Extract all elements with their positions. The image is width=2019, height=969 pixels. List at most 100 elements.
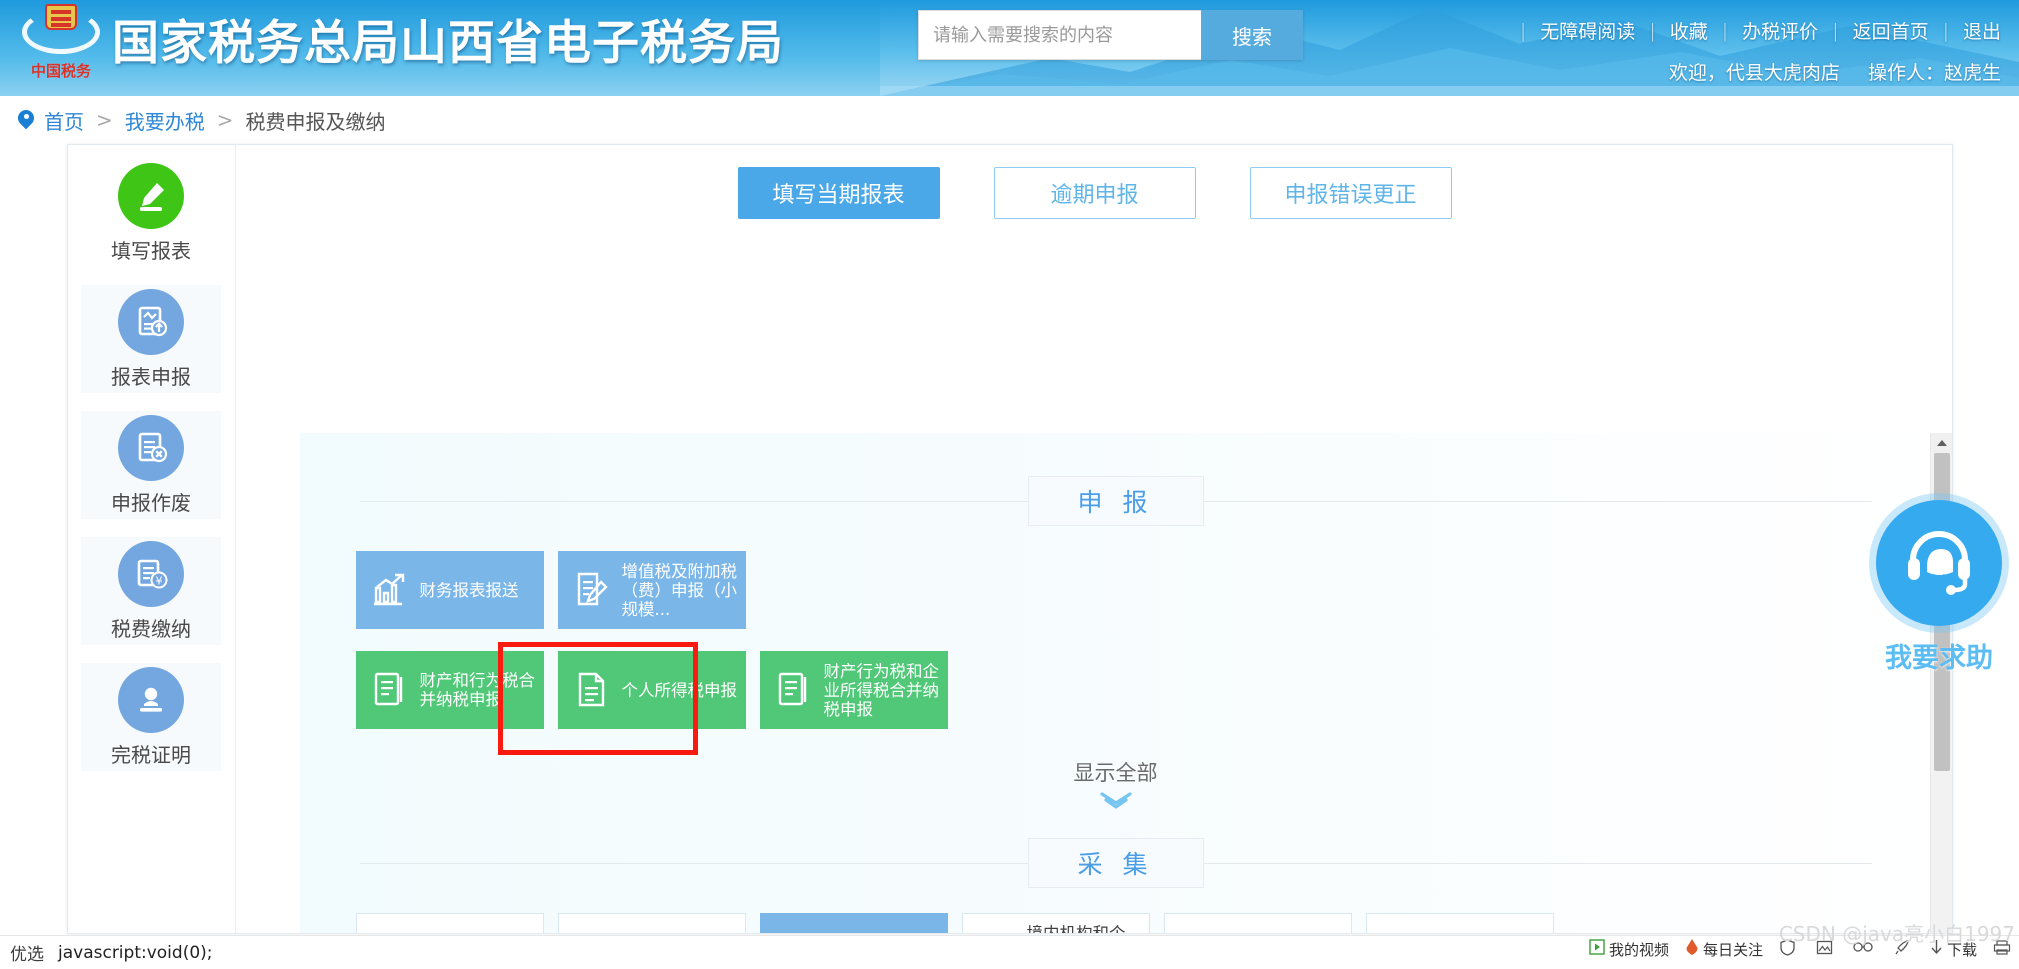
breadcrumb-item-home[interactable]: 首页 xyxy=(44,106,84,135)
help-widget[interactable]: 我要求助 xyxy=(1865,500,2013,692)
card-label: 特别纳税调整税源采集 xyxy=(1229,933,1343,934)
card-property-behavior-tax-source-collect[interactable]: 财产和行为税税源信息采集 xyxy=(356,913,544,934)
breadcrumb: 首页 > 我要办税 > 税费申报及缴纳 xyxy=(0,96,2019,144)
sidebar-item-tax-certificate[interactable]: 完税证明 xyxy=(81,663,221,771)
card-label: 增值税及附加税（费）申报（小规模... xyxy=(622,562,738,619)
header-link-separator-3: | xyxy=(1832,20,1838,42)
card-special-tax-adjustment-collect[interactable]: 特别纳税调整税源采集 xyxy=(1164,913,1352,934)
sidebar-label-tax-payment: 税费缴纳 xyxy=(111,613,191,642)
show-all-toggle[interactable]: 显示全部 xyxy=(300,757,1932,809)
toolbar-my-video[interactable]: 我的视频 xyxy=(1589,939,1669,960)
report-pay-icon: ¥ xyxy=(118,541,184,607)
section-title-declare: 申 报 xyxy=(1028,476,1204,526)
card-vat-surtax-declare-small-scale[interactable]: 增值税及附加税（费）申报（小规模... xyxy=(558,551,746,629)
stamp-person-icon xyxy=(118,667,184,733)
search-button[interactable]: 搜索 xyxy=(1201,10,1303,60)
watermark: CSDN @java亮小白1997 xyxy=(1779,918,2015,947)
sidebar-item-declare-void[interactable]: 申报作废 xyxy=(81,411,221,519)
section-header-declare: 申 报 xyxy=(300,473,1932,529)
card-label: 财产行为税和企业所得税合并纳税申报 xyxy=(824,662,940,719)
square-block-icon xyxy=(1175,928,1223,934)
play-box-icon xyxy=(1589,939,1605,959)
svg-text:¥: ¥ xyxy=(156,574,163,587)
header-link-separator-2: | xyxy=(1722,20,1728,42)
doc-lines-icon xyxy=(366,666,414,714)
location-pin-icon xyxy=(18,110,34,131)
status-bar-label: 优选 xyxy=(10,940,44,965)
toolbar-daily-follow[interactable]: 每日关注 xyxy=(1685,939,1763,960)
card-property-behavior-corporate-tax-combined[interactable]: 财产行为税和企业所得税合并纳税申报 xyxy=(760,651,948,729)
help-widget-label: 我要求助 xyxy=(1885,636,1993,675)
main-panel: 填写报表 报表申报 xyxy=(67,144,1953,934)
report-void-icon xyxy=(118,415,184,481)
header-link-separator-0: | xyxy=(1520,20,1526,42)
doc-lines-icon xyxy=(770,666,818,714)
tab-overdue-declare[interactable]: 逾期申报 xyxy=(994,167,1196,219)
header-search[interactable]: 搜索 xyxy=(918,10,1303,60)
breadcrumb-item-tax-handling[interactable]: 我要办税 xyxy=(125,106,205,135)
breadcrumb-separator-0: > xyxy=(96,108,113,132)
card-label: 境内机构和个人发包工程作... xyxy=(1027,924,1141,935)
sidebar-item-fill-report[interactable]: 填写报表 xyxy=(81,159,221,267)
scroll-up-arrow-icon[interactable] xyxy=(1931,433,1953,453)
card-label: 财务报表报送 xyxy=(420,581,519,600)
sidebar-item-report-declare[interactable]: 报表申报 xyxy=(81,285,221,393)
report-upload-icon xyxy=(118,289,184,355)
card-domestic-org-contract-work-2[interactable]: 境内机构和个人发包工程作... xyxy=(962,913,1150,934)
card-label: 境内机构和个人发包工程作业... xyxy=(824,933,940,934)
sidebar-label-fill-report: 填写报表 xyxy=(111,235,191,264)
sidebar-label-declare-void: 申报作废 xyxy=(111,487,191,516)
page-header: 中国税务 国家税务总局山西省电子税务局 搜索 | 无障碍阅读 | 收藏 | 办税… xyxy=(0,0,2019,96)
card-row-declare-2: 财产和行为税合并纳税申报 个人所得税申报 xyxy=(300,651,1932,729)
status-bar-url: javascript:void(0); xyxy=(58,943,213,963)
breadcrumb-separator-1: > xyxy=(217,108,234,132)
bar-chart-arrow-icon xyxy=(366,566,414,614)
header-link-logout[interactable]: 退出 xyxy=(1963,17,2001,44)
chevron-double-down-icon xyxy=(1099,791,1133,809)
header-link-separator-4: | xyxy=(1943,20,1949,42)
toolbar-daily-follow-label: 每日关注 xyxy=(1703,939,1763,960)
content-scroll-inner: 申 报 财务报表报送 xyxy=(300,433,1932,934)
header-link-accessibility[interactable]: 无障碍阅读 xyxy=(1540,17,1635,44)
card-label: 财产和行为税合并纳税申报 xyxy=(420,671,536,709)
pencil-edit-icon xyxy=(118,163,184,229)
user-greeting: 欢迎，代县大虎肉店 xyxy=(1669,62,1840,84)
section-title-collect: 采 集 xyxy=(1028,838,1204,888)
square-block-icon xyxy=(1377,928,1425,934)
header-link-service-rating[interactable]: 办税评价 xyxy=(1742,17,1818,44)
card-label: 增量房信息采集 xyxy=(623,933,737,934)
card-tax-statistics-survey-collect[interactable]: 税收统计调查税源采集 xyxy=(1366,913,1554,934)
header-user-info: 欢迎，代县大虎肉店 操作人：赵虎生 xyxy=(1669,58,2001,85)
header-link-favorites[interactable]: 收藏 xyxy=(1670,17,1708,44)
tab-fill-current-report[interactable]: 填写当期报表 xyxy=(738,167,940,219)
doc-page-icon xyxy=(568,666,616,714)
doc-pencil-icon xyxy=(568,566,616,614)
building-icon xyxy=(569,928,617,934)
show-all-label: 显示全部 xyxy=(1074,757,1158,787)
sidebar: 填写报表 报表申报 xyxy=(68,145,236,934)
card-financial-report-submit[interactable]: 财务报表报送 xyxy=(356,551,544,629)
sidebar-label-tax-certificate: 完税证明 xyxy=(111,739,191,768)
header-links: | 无障碍阅读 | 收藏 | 办税评价 | 返回首页 | 退出 xyxy=(1506,17,2001,44)
card-label: 财产和行为税税源信息采集 xyxy=(421,933,535,934)
content-scroll-region: 申 报 财务报表报送 xyxy=(300,433,1953,934)
breadcrumb-item-current: 税费申报及缴纳 xyxy=(246,106,386,135)
sidebar-label-report-declare: 报表申报 xyxy=(111,361,191,390)
search-input[interactable] xyxy=(918,10,1201,60)
clipboard-person-icon xyxy=(973,928,1021,934)
flame-icon xyxy=(1685,939,1699,959)
card-individual-income-tax-declare[interactable]: 个人所得税申报 xyxy=(558,651,746,729)
tab-declare-correction[interactable]: 申报错误更正 xyxy=(1250,167,1452,219)
header-link-home[interactable]: 返回首页 xyxy=(1853,17,1929,44)
page-title: 国家税务总局山西省电子税务局 xyxy=(112,4,784,73)
user-operator: 操作人：赵虎生 xyxy=(1868,62,2001,84)
house-bracket-icon xyxy=(367,928,415,934)
headset-support-icon xyxy=(1876,500,2002,626)
card-domestic-org-contract-work[interactable]: 境内机构和个人发包工程作业... xyxy=(760,913,948,934)
card-new-house-info-collect[interactable]: 增量房信息采集 xyxy=(558,913,746,934)
emblem-text: 中国税务 xyxy=(31,60,91,81)
header-link-separator-1: | xyxy=(1649,20,1655,42)
card-row-declare-1: 财务报表报送 增值税及附加税（费）申报（小规模... xyxy=(300,551,1932,629)
card-property-behavior-tax-combined[interactable]: 财产和行为税合并纳税申报 xyxy=(356,651,544,729)
sidebar-item-tax-payment[interactable]: ¥ 税费缴纳 xyxy=(81,537,221,645)
